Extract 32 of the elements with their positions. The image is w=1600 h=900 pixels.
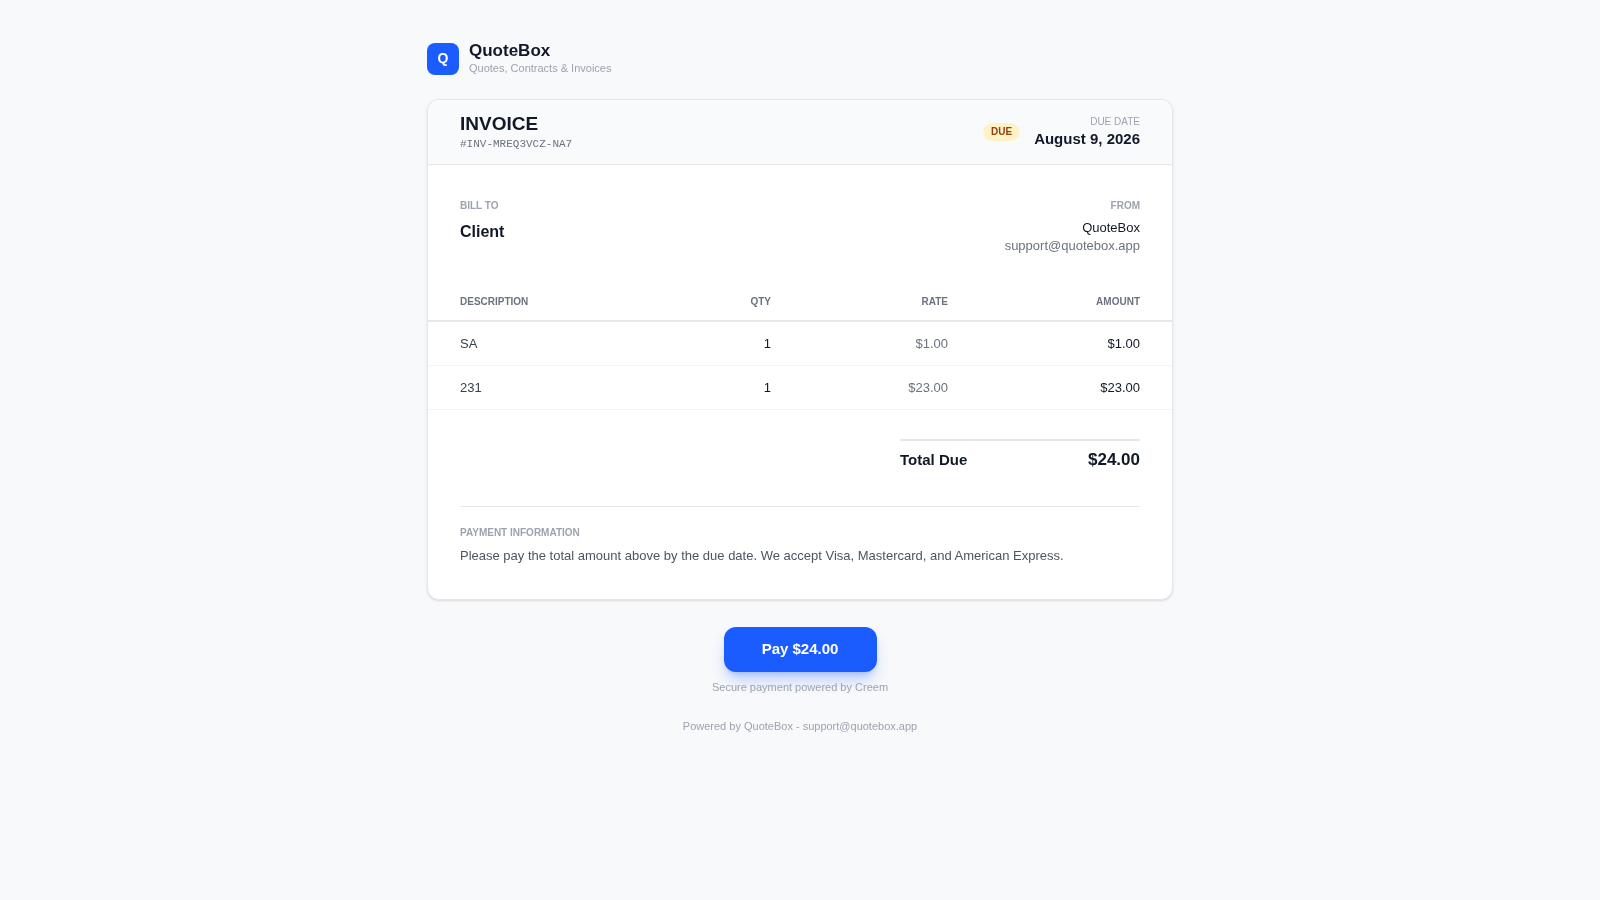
payment-info-label: PAYMENT INFORMATION [460,526,581,540]
total-amount: $24.00 [1088,449,1140,471]
table-cell: SA [460,335,478,351]
table-cell: 231 [460,379,482,395]
table-cell: $1.00 [1107,335,1140,351]
secure-payment-note: Secure payment powered by Creem [711,680,889,695]
column-header: RATE [921,296,948,307]
due-date-label: DUE DATE [1090,115,1140,129]
status-badge: DUE [983,123,1021,141]
table-cell: $1.00 [915,335,948,351]
invoice-number: #INV-MREQ3VCZ-NA7 [460,137,573,152]
client-name: Client [460,222,505,242]
footer-text: Powered by QuoteBox - support@quotebox.app [682,719,918,734]
sender-name: QuoteBox [1082,219,1140,237]
table-cell: 1 [763,335,771,351]
table-cell: 1 [763,379,771,395]
payment-info-text: Please pay the total amount above by the due date. We accept Visa, Mastercard, and American Express. [460,547,1065,565]
table-cell: $23.00 [1100,379,1140,395]
brand-tagline: Quotes, Contracts & Invoices [469,61,612,76]
logo-tile: Q [427,42,459,75]
sender-email: support@quotebox.app [1004,237,1140,255]
total-label: Total Due [900,450,968,470]
table-cell: $23.00 [908,379,948,395]
due-date: August 9, 2026 [1034,129,1140,149]
column-header: QTY [750,296,771,307]
brand-name: QuoteBox [469,41,552,61]
bill-to-label: BILL TO [460,199,500,213]
pay-button[interactable]: Pay $24.00 [723,627,877,672]
column-header: DESCRIPTION [460,296,529,307]
invoice-title: INVOICE [460,112,540,136]
column-header: AMOUNT [1096,296,1140,307]
from-label: FROM [1110,199,1140,213]
